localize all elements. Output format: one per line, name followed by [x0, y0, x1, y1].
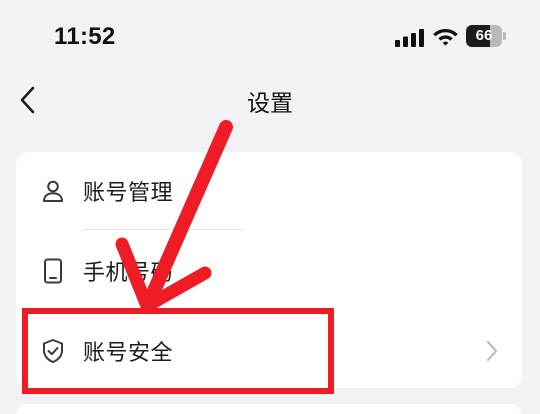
user-icon — [40, 178, 66, 204]
list-item-phone-number[interactable]: 手机号码 — [16, 232, 522, 310]
battery-cap — [503, 32, 506, 40]
settings-card: 账号管理 手机号码 账号安全 — [16, 152, 522, 388]
battery-icon: 66 — [466, 25, 506, 47]
list-item-account-security[interactable]: 账号安全 — [16, 312, 522, 390]
divider — [83, 229, 243, 230]
nav-bar: 设置 — [0, 70, 540, 130]
wifi-icon — [433, 29, 458, 46]
battery-body: 66 — [466, 25, 502, 47]
status-bar: 11:52 66 — [0, 0, 540, 70]
settings-screen: 11:52 66 设置 账号管理 手机号码 账号安全 — [0, 0, 540, 414]
list-item-label: 账号管理 — [83, 181, 174, 206]
signal-icon — [395, 29, 424, 47]
list-item-label: 手机号码 — [83, 261, 174, 286]
shield-icon — [40, 338, 66, 364]
phone-icon — [40, 258, 66, 284]
status-time: 11:52 — [54, 23, 116, 50]
list-item-label: 账号安全 — [83, 341, 174, 366]
chevron-right-icon — [484, 338, 500, 364]
battery-level: 66 — [475, 27, 493, 44]
next-card-edge — [16, 404, 522, 414]
list-item-account-management[interactable]: 账号管理 — [16, 152, 522, 230]
page-title: 设置 — [247, 91, 293, 117]
